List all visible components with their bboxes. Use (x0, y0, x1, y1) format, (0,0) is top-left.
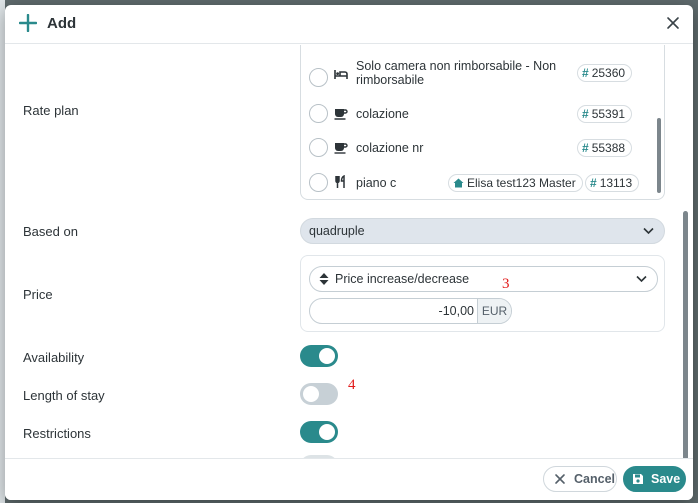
save-button[interactable]: Save (623, 466, 686, 492)
modal-header: Add (5, 5, 693, 44)
availability-toggle[interactable] (300, 345, 338, 367)
toggle-knob (319, 348, 335, 364)
price-group: Price increase/decrease -10,00 EUR (300, 255, 665, 332)
length-of-stay-label: Length of stay (23, 388, 105, 403)
rate-plan-code: #13113 (585, 174, 640, 192)
rate-plan-radio[interactable] (309, 68, 328, 87)
rate-plan-list: Solo camera non rimborsabile - Non rimbo… (300, 45, 665, 200)
toggle-knob (303, 386, 319, 402)
based-on-select[interactable]: quadruple (300, 218, 665, 244)
rate-plan-code: #55388 (577, 139, 633, 157)
rate-plan-name: piano c (356, 176, 397, 190)
rate-plan-radio[interactable] (309, 138, 328, 157)
plus-icon (19, 14, 37, 32)
based-on-label: Based on (23, 224, 78, 239)
sort-icon (319, 273, 329, 285)
cup-icon (334, 109, 348, 120)
price-mode-select[interactable]: Price increase/decrease (309, 266, 658, 292)
availability-label: Availability (23, 350, 85, 365)
rate-plan-item[interactable]: colazione nr #55388 (301, 133, 664, 161)
rate-plan-radio[interactable] (309, 104, 328, 123)
rate-list-scrollbar[interactable] (657, 118, 661, 193)
modal-scrollbar[interactable] (683, 211, 688, 458)
length-of-stay-toggle[interactable] (300, 383, 338, 405)
price-amount-input[interactable]: -10,00 EUR (309, 298, 512, 324)
rate-plan-label: Rate plan (23, 103, 79, 118)
add-modal: Add Rate plan Solo camera non rimborsabi… (5, 5, 693, 500)
chevron-down-icon (643, 227, 654, 235)
rate-plan-property: Elisa test123 Master (448, 174, 583, 192)
price-amount-value: -10,00 (438, 304, 474, 318)
restrictions-label: Restrictions (23, 426, 91, 441)
toggle-knob (319, 424, 335, 440)
close-icon (555, 474, 565, 484)
modal-title: Add (47, 15, 77, 32)
cup-icon (334, 143, 348, 154)
rate-plan-item[interactable]: colazione #55391 (301, 99, 664, 127)
rate-plan-name: Solo camera non rimborsabile - Non rimbo… (356, 59, 557, 87)
restrictions-toggle[interactable] (300, 421, 338, 443)
based-on-value: quadruple (309, 224, 365, 238)
rate-plan-item[interactable]: piano c Elisa test123 Master #13113 (301, 168, 664, 196)
annotation-4: 4 (348, 377, 356, 393)
modal-body: Rate plan Solo camera non rimborsabile -… (5, 45, 693, 458)
chevron-down-icon (636, 275, 647, 283)
rate-plan-item[interactable]: Solo camera non rimborsabile - Non rimbo… (301, 59, 664, 89)
rate-plan-code: #25360 (577, 64, 633, 82)
annotation-3: 3 (502, 276, 510, 292)
rate-plan-code: #55391 (577, 105, 633, 123)
floppy-disk-icon (633, 474, 643, 484)
rate-plan-radio[interactable] (309, 173, 328, 192)
modal-footer: Cancel Save (5, 458, 693, 500)
cutlery-icon (335, 175, 345, 188)
currency-addon: EUR (477, 299, 511, 323)
rate-plan-name: colazione nr (356, 141, 424, 155)
home-icon (453, 178, 464, 188)
cancel-button[interactable]: Cancel (543, 466, 617, 492)
close-icon[interactable] (665, 15, 681, 31)
price-label: Price (23, 287, 53, 302)
price-mode-value: Price increase/decrease (335, 272, 470, 286)
rate-plan-name: colazione (356, 107, 409, 121)
bed-icon (334, 70, 348, 79)
